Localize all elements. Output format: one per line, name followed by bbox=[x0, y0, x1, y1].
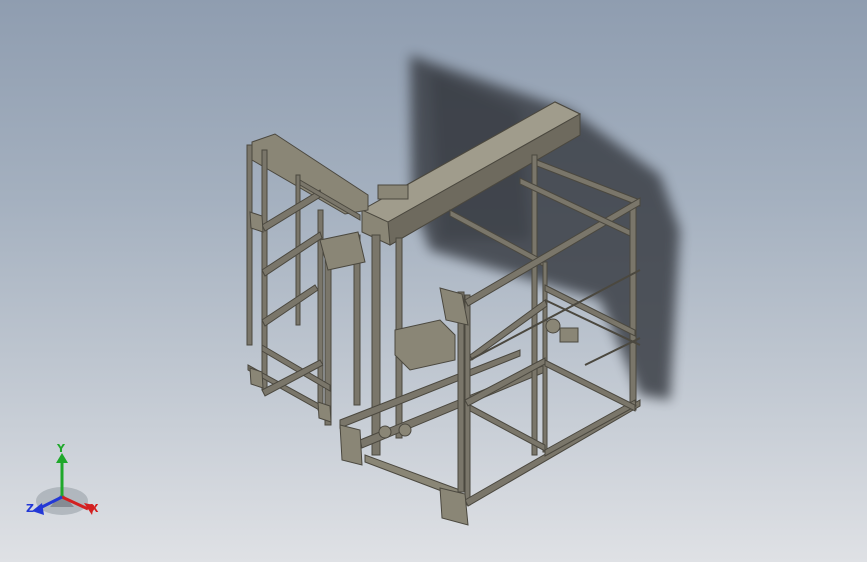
z-axis-label: Z bbox=[26, 502, 34, 515]
carriage-box bbox=[394, 319, 456, 371]
y-axis-label: Y bbox=[57, 442, 65, 455]
cad-viewport[interactable]: Y X Z bbox=[0, 0, 867, 562]
x-axis-label: X bbox=[90, 502, 99, 515]
orientation-triad[interactable]: Y X Z bbox=[22, 442, 106, 525]
frame-model[interactable] bbox=[0, 0, 867, 562]
